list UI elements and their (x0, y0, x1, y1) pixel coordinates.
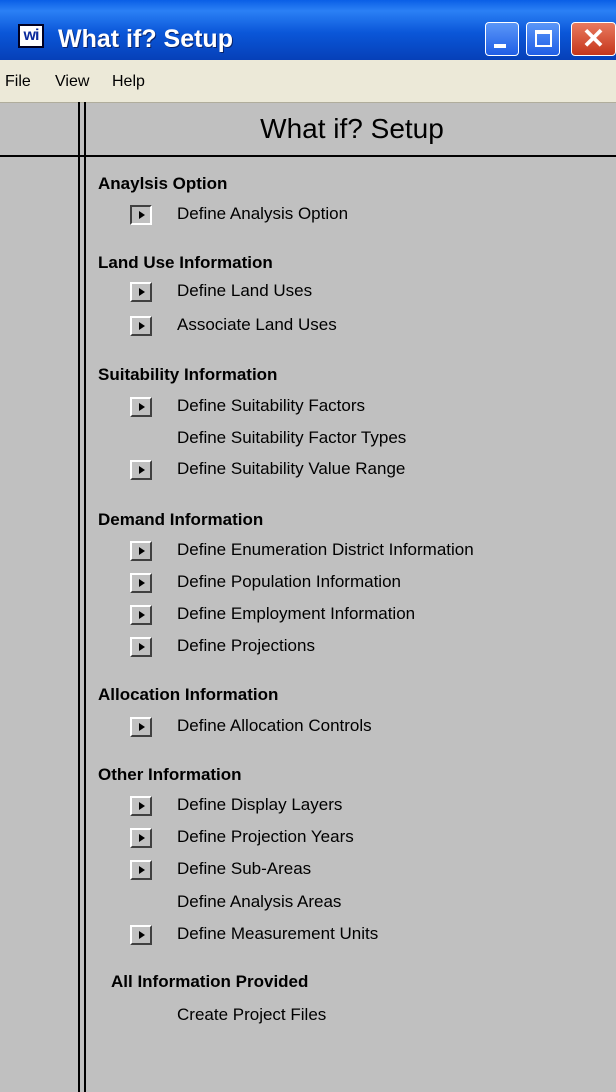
item-define-allocation-controls: Define Allocation Controls (177, 716, 372, 735)
section-heading-suitability: Suitability Information (98, 365, 278, 384)
play-icon (139, 547, 145, 555)
minimize-icon (494, 44, 506, 48)
define-enumeration-district-button[interactable] (130, 541, 152, 561)
define-display-layers-button[interactable] (130, 796, 152, 816)
menu-bar: File View Help (0, 60, 616, 103)
section-heading-allocation: Allocation Information (98, 685, 279, 704)
define-suitability-value-range-button[interactable] (130, 460, 152, 480)
section-heading-other: Other Information (98, 765, 242, 784)
page-title: What if? Setup (260, 113, 444, 144)
item-define-enumeration-district: Define Enumeration District Information (177, 540, 474, 559)
title-bar[interactable]: wi What if? Setup ✕ (0, 0, 616, 60)
maximize-button[interactable] (526, 22, 560, 56)
play-icon (139, 931, 145, 939)
item-define-suitability-factor-types: Define Suitability Factor Types (177, 428, 407, 447)
menu-view[interactable]: View (55, 73, 89, 91)
menu-file[interactable]: File (5, 73, 31, 91)
play-icon (139, 723, 145, 731)
define-allocation-controls-button[interactable] (130, 717, 152, 737)
section-heading-analysis: Anaylsis Option (98, 174, 228, 193)
item-define-projection-years: Define Projection Years (177, 827, 354, 846)
define-suitability-factors-button[interactable] (130, 397, 152, 417)
play-icon (139, 322, 145, 330)
item-define-analysis-option: Define Analysis Option (177, 204, 349, 223)
minimize-button[interactable] (485, 22, 519, 56)
window-title: What if? Setup (58, 25, 233, 53)
left-divider-line (78, 102, 80, 1092)
associate-land-uses-button[interactable] (130, 316, 152, 336)
item-define-employment: Define Employment Information (177, 604, 416, 623)
play-icon (139, 611, 145, 619)
item-associate-land-uses: Associate Land Uses (177, 315, 337, 334)
define-land-uses-button[interactable] (130, 282, 152, 302)
section-heading-all-info: All Information Provided (111, 972, 309, 991)
left-divider-line-inner (84, 102, 86, 1092)
app-icon: wi (18, 24, 44, 48)
define-employment-button[interactable] (130, 605, 152, 625)
define-projection-years-button[interactable] (130, 828, 152, 848)
item-define-land-uses: Define Land Uses (177, 281, 313, 300)
define-analysis-option-button[interactable] (130, 205, 152, 225)
define-population-button[interactable] (130, 573, 152, 593)
define-measurement-units-button[interactable] (130, 925, 152, 945)
close-button[interactable]: ✕ (571, 22, 616, 56)
item-create-project-files: Create Project Files (177, 1005, 327, 1024)
header-divider-line (0, 155, 616, 157)
item-define-suitability-factors: Define Suitability Factors (177, 396, 366, 415)
item-define-display-layers: Define Display Layers (177, 795, 343, 814)
item-define-measurement-units: Define Measurement Units (177, 924, 379, 943)
play-icon (139, 466, 145, 474)
define-projections-button[interactable] (130, 637, 152, 657)
section-heading-demand: Demand Information (98, 510, 264, 529)
maximize-icon (535, 30, 552, 47)
item-define-analysis-areas: Define Analysis Areas (177, 892, 342, 911)
item-define-population: Define Population Information (177, 572, 401, 591)
play-icon (139, 403, 145, 411)
play-icon (139, 866, 145, 874)
item-define-projections: Define Projections (177, 636, 315, 655)
play-icon (139, 288, 145, 296)
item-define-sub-areas: Define Sub-Areas (177, 859, 312, 878)
close-icon: ✕ (581, 23, 606, 54)
play-icon (139, 579, 145, 587)
menu-help[interactable]: Help (112, 73, 145, 91)
play-icon (139, 834, 145, 842)
play-icon (139, 643, 145, 651)
item-define-suitability-value-range: Define Suitability Value Range (177, 459, 406, 478)
play-icon (139, 802, 145, 810)
play-icon (139, 211, 145, 219)
section-heading-land-use: Land Use Information (98, 253, 273, 272)
define-sub-areas-button[interactable] (130, 860, 152, 880)
